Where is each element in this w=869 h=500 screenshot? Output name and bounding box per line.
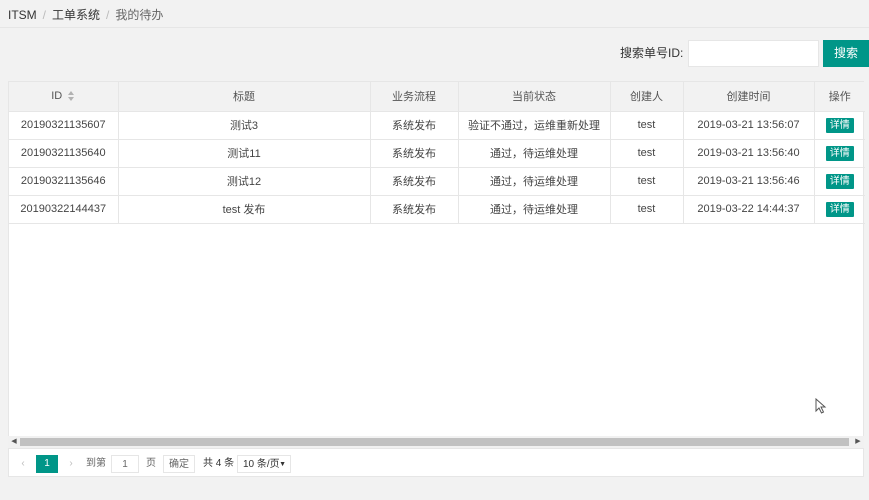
detail-button[interactable]: 详情 <box>825 145 854 161</box>
goto-page-input[interactable]: 1 <box>111 455 139 473</box>
detail-button[interactable]: 详情 <box>825 173 854 189</box>
table-row: 20190321135640 测试11 系统发布 通过，待运维处理 test 2… <box>9 139 865 168</box>
goto-label: 到第 <box>86 458 106 469</box>
column-header-process: 业务流程 <box>370 82 459 112</box>
column-header-status: 当前状态 <box>458 82 611 112</box>
current-page-button[interactable]: 1 <box>36 455 58 473</box>
table-row: 20190322144437 test 发布 系统发布 通过，待运维处理 tes… <box>9 195 865 224</box>
cell-action: 详情 <box>814 111 865 140</box>
cell-status: 验证不通过，运维重新处理 <box>458 111 611 140</box>
cell-action: 详情 <box>814 139 865 168</box>
cell-created-time: 2019-03-21 13:56:46 <box>683 167 815 196</box>
cell-creator: test <box>610 111 684 140</box>
breadcrumb-item-itsm[interactable]: ITSM <box>8 6 37 24</box>
chevron-down-icon: ▼ <box>279 461 286 468</box>
page-unit-label: 页 <box>146 458 156 469</box>
cell-title: 测试11 <box>118 139 371 168</box>
table-header-row: ID 标题 业务流程 当前状态 创建人 创建时间 操作 <box>9 82 865 112</box>
column-header-action: 操作 <box>814 82 865 112</box>
detail-button[interactable]: 详情 <box>825 117 854 133</box>
breadcrumb: ITSM / 工单系统 / 我的待办 <box>8 6 163 24</box>
cell-created-time: 2019-03-21 13:56:40 <box>683 139 815 168</box>
cell-created-time: 2019-03-21 13:56:07 <box>683 111 815 140</box>
cell-process: 系统发布 <box>370 139 459 168</box>
cell-creator: test <box>610 167 684 196</box>
goto-confirm-button[interactable]: 确定 <box>163 455 195 473</box>
page-size-value: 10 条/页 <box>243 459 280 470</box>
column-header-title: 标题 <box>118 82 371 112</box>
search-input[interactable] <box>688 40 819 67</box>
cell-action: 详情 <box>814 195 865 224</box>
scroll-right-icon[interactable]: ▶ <box>854 436 862 448</box>
column-header-id[interactable]: ID <box>9 82 119 112</box>
breadcrumb-separator: / <box>42 8 47 22</box>
breadcrumb-item-ticket-system[interactable]: 工单系统 <box>52 6 100 24</box>
mouse-cursor-icon <box>815 398 827 414</box>
cell-id: 20190322144437 <box>9 195 119 224</box>
horizontal-scrollbar[interactable]: ◀ ▶ <box>8 436 864 448</box>
scroll-left-icon[interactable]: ◀ <box>10 436 18 448</box>
cell-title: 测试12 <box>118 167 371 196</box>
cell-creator: test <box>610 195 684 224</box>
next-page-icon[interactable]: › <box>66 455 76 473</box>
cell-process: 系统发布 <box>370 111 459 140</box>
detail-button[interactable]: 详情 <box>825 201 854 217</box>
cell-status: 通过，待运维处理 <box>458 167 611 196</box>
page-size-select[interactable]: 10 条/页 ▼ <box>237 455 291 473</box>
cell-action: 详情 <box>814 167 865 196</box>
column-header-creator: 创建人 <box>610 82 684 112</box>
cell-process: 系统发布 <box>370 195 459 224</box>
search-label: 搜索单号ID: <box>620 46 684 60</box>
column-header-label: ID <box>51 90 63 103</box>
scrollbar-thumb[interactable] <box>20 438 849 446</box>
cell-status: 通过，待运维处理 <box>458 195 611 224</box>
table-row: 20190321135607 测试3 系统发布 验证不通过，运维重新处理 tes… <box>9 111 865 140</box>
cell-status: 通过，待运维处理 <box>458 139 611 168</box>
table-row: 20190321135646 测试12 系统发布 通过，待运维处理 test 2… <box>9 167 865 196</box>
cell-id: 20190321135640 <box>9 139 119 168</box>
cell-created-time: 2019-03-22 14:44:37 <box>683 195 815 224</box>
cell-id: 20190321135607 <box>9 111 119 140</box>
breadcrumb-item-my-todo: 我的待办 <box>115 8 164 22</box>
cell-process: 系统发布 <box>370 167 459 196</box>
header-divider <box>0 27 869 28</box>
prev-page-icon[interactable]: ‹ <box>18 455 28 473</box>
todo-table: ID 标题 业务流程 当前状态 创建人 创建时间 操作 201903211356… <box>8 81 865 449</box>
column-header-created-time: 创建时间 <box>683 82 815 112</box>
search-button[interactable]: 搜索 <box>823 40 869 67</box>
cell-creator: test <box>610 139 684 168</box>
cell-title: 测试3 <box>118 111 371 140</box>
sort-icon[interactable] <box>68 91 75 102</box>
cell-title: test 发布 <box>118 195 371 224</box>
cell-id: 20190321135646 <box>9 167 119 196</box>
breadcrumb-separator: / <box>106 8 110 22</box>
total-count: 共 4 条 <box>203 458 235 469</box>
